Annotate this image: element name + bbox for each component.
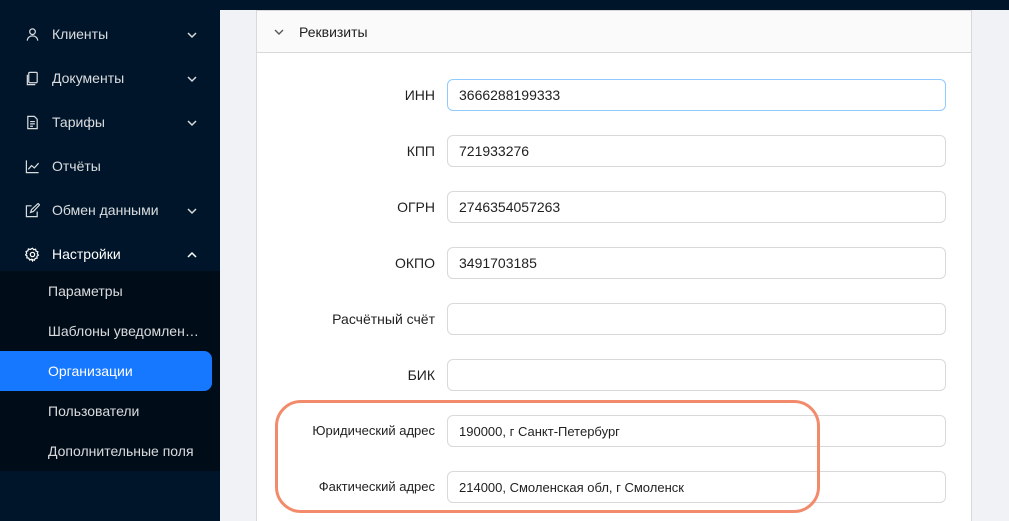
submenu-item-label: Организации	[48, 363, 133, 379]
bik-input[interactable]	[447, 359, 946, 391]
sidebar-item-label: Настройки	[52, 246, 121, 262]
sidebar-item-label: Клиенты	[52, 26, 109, 42]
requisites-panel-header[interactable]: Реквизиты	[257, 11, 971, 53]
sidebar-item-tariffs[interactable]: Тарифы	[0, 102, 220, 142]
okpo-input[interactable]	[447, 247, 946, 279]
form-row-bik: БИК	[257, 359, 971, 391]
sidebar-item-label: Тарифы	[52, 114, 105, 130]
okpo-label: ОКПО	[395, 255, 435, 271]
submenu-item-label: Пользователи	[48, 403, 140, 419]
form-row-okpo: ОКПО	[257, 247, 971, 279]
top-header-strip	[220, 0, 1009, 10]
form-row-ogrn: ОГРН	[257, 191, 971, 223]
form-row-inn: ИНН	[257, 79, 971, 111]
sidebar-item-settings[interactable]: Настройки	[0, 234, 220, 274]
sidebar-item-reports[interactable]: Отчёты	[0, 146, 220, 186]
settings-icon	[24, 246, 40, 262]
submenu-item-organizations[interactable]: Организации	[0, 351, 212, 391]
bik-label: БИК	[407, 367, 435, 383]
form-row-settlement-account: Расчётный счёт	[257, 303, 971, 335]
form-row-kpp: КПП	[257, 135, 971, 167]
settlement-account-input[interactable]	[447, 303, 946, 335]
chart-icon	[24, 158, 40, 174]
chevron-down-icon	[186, 204, 198, 216]
tariff-icon	[24, 114, 40, 130]
sidebar-item-documents[interactable]: Документы	[0, 58, 220, 98]
ogrn-label: ОГРН	[397, 199, 435, 215]
sidebar-item-label: Отчёты	[52, 158, 101, 174]
chevron-down-icon	[186, 116, 198, 128]
actual-address-input[interactable]	[447, 471, 946, 503]
sidebar-item-clients[interactable]: Клиенты	[0, 14, 220, 54]
submenu-item-label: Шаблоны уведомлений	[48, 323, 200, 339]
legal-address-input[interactable]	[447, 415, 946, 447]
submenu-item-label: Дополнительные поля	[48, 443, 194, 459]
sidebar-item-data-exchange[interactable]: Обмен данными	[0, 190, 220, 230]
chevron-down-icon	[273, 26, 285, 38]
submenu-item-label: Параметры	[48, 283, 123, 299]
sidebar: Клиенты Документы Тарифы Отчёты Обмен да…	[0, 0, 220, 521]
submenu-item-additional-fields[interactable]: Дополнительные поля	[0, 431, 220, 471]
inn-input[interactable]	[447, 79, 946, 111]
documents-icon	[24, 70, 40, 86]
kpp-input[interactable]	[447, 135, 946, 167]
settlement-account-label: Расчётный счёт	[332, 311, 435, 327]
sidebar-item-label: Документы	[52, 70, 125, 86]
actual-address-label: Фактический адрес	[318, 479, 435, 494]
panel-title: Реквизиты	[299, 23, 368, 40]
exchange-icon	[24, 202, 40, 218]
chevron-up-icon	[186, 248, 198, 260]
requisites-panel: Реквизиты ИНН КПП ОГРН ОКПО Расчётный сч…	[256, 10, 972, 521]
user-icon	[24, 26, 40, 42]
settings-submenu: Параметры Шаблоны уведомлений Организаци…	[0, 271, 220, 471]
kpp-label: КПП	[406, 143, 435, 159]
legal-address-label: Юридический адрес	[312, 423, 435, 438]
chevron-down-icon	[186, 28, 198, 40]
chevron-down-icon	[186, 72, 198, 84]
submenu-item-parameters[interactable]: Параметры	[0, 271, 220, 311]
form-row-actual-address: Фактический адрес	[257, 471, 971, 503]
ogrn-input[interactable]	[447, 191, 946, 223]
inn-label: ИНН	[404, 87, 435, 103]
submenu-item-users[interactable]: Пользователи	[0, 391, 220, 431]
sidebar-item-label: Обмен данными	[52, 202, 159, 218]
form-row-legal-address: Юридический адрес	[257, 415, 971, 447]
submenu-item-notification-templates[interactable]: Шаблоны уведомлений	[0, 311, 220, 351]
